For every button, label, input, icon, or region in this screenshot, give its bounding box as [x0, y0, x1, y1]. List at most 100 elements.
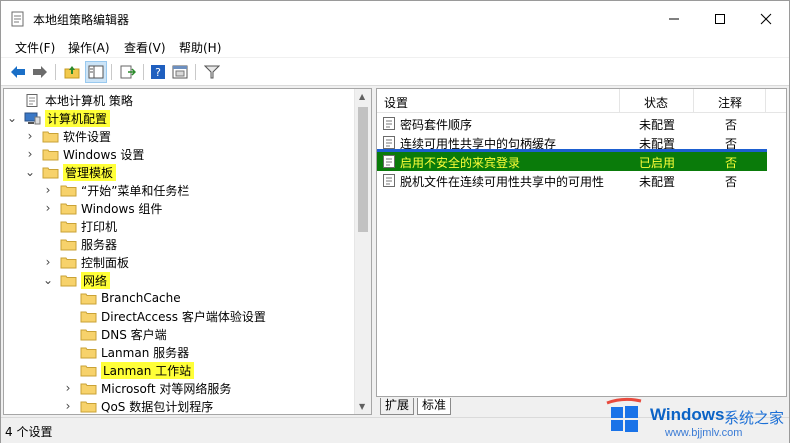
show-hide-tree-button[interactable] [85, 61, 107, 83]
tab-extended[interactable]: 扩展 [380, 398, 415, 415]
scroll-thumb[interactable] [358, 107, 368, 232]
minimize-button[interactable] [651, 1, 697, 37]
tree-item-label: 网络 [81, 271, 111, 289]
folder-icon [80, 347, 97, 358]
scroll-down-icon[interactable]: ▼ [359, 402, 365, 411]
menu-view[interactable]: 查看(V) [124, 39, 166, 56]
chevron-right-icon[interactable]: › [24, 129, 36, 143]
list-item[interactable]: 脱机文件在连续可用性共享中的可用性 未配置 否 [377, 171, 786, 190]
tree-pane[interactable]: 本地计算机 策略 ⌄ 计算机配置 › 软件设置 › Windows 设置 ⌄ 管理模板 › “开始”… [3, 88, 372, 415]
tree-item[interactable]: BranchCache [62, 289, 181, 307]
tree-item[interactable]: › 控制面板 [42, 253, 129, 271]
column-divider[interactable] [619, 89, 620, 113]
watermark-url: www.bjjmlv.com [665, 427, 743, 439]
scroll-up-icon[interactable]: ▲ [359, 92, 365, 101]
tree-item-label: Lanman 工作站 [101, 361, 195, 379]
column-state[interactable]: 状态 [644, 94, 668, 111]
folder-icon [80, 401, 97, 412]
tree-item[interactable]: 打印机 [42, 217, 117, 235]
settings-list[interactable]: 设置 状态 注释 密码套件顺序 未配置否连续可用性共享中的句柄缓存 未配置否启用不安… [376, 88, 787, 397]
list-item[interactable]: 启用不安全的来宾登录 已启用 否 [377, 152, 767, 171]
setting-icon [383, 136, 395, 149]
tree-item-label: “开始”菜单和任务栏 [81, 183, 190, 198]
tree-item[interactable]: › Microsoft 对等网络服务 [62, 379, 232, 397]
windows-logo-icon [606, 397, 642, 432]
folder-icon [80, 365, 97, 376]
tree-item-label: DNS 客户端 [101, 327, 167, 342]
tree-item[interactable]: › QoS 数据包计划程序 [62, 397, 214, 414]
tree-item-label: Windows 设置 [63, 147, 145, 162]
setting-icon [383, 117, 395, 130]
help-button[interactable]: ? [147, 61, 169, 83]
properties-button[interactable] [169, 61, 191, 83]
chevron-right-icon[interactable]: › [62, 381, 74, 395]
tree-item[interactable]: Lanman 工作站 [62, 361, 195, 379]
column-divider[interactable] [765, 89, 766, 113]
tree-item-label: 打印机 [81, 219, 118, 234]
tree-item-label: Microsoft 对等网络服务 [101, 381, 232, 396]
chevron-right-icon[interactable]: › [24, 147, 36, 161]
setting-icon [383, 155, 395, 168]
title-bar[interactable]: 本地组策略编辑器 [1, 1, 789, 37]
tree-item[interactable]: ⌄ 网络 [42, 271, 111, 289]
chevron-right-icon[interactable]: › [42, 183, 54, 197]
column-comment[interactable]: 注释 [718, 94, 742, 111]
toolbar: ? [1, 58, 789, 86]
chevron-down-icon[interactable]: ⌄ [42, 273, 54, 287]
tree-item[interactable]: › 软件设置 [24, 127, 111, 145]
tree-scrollbar[interactable]: ▲ ▼ [354, 89, 371, 414]
folder-icon [60, 239, 77, 250]
chevron-right-icon[interactable]: › [42, 255, 54, 269]
up-folder-icon [64, 66, 80, 79]
tree-item[interactable]: ⌄ 计算机配置 [6, 109, 111, 127]
chevron-right-icon[interactable]: › [42, 201, 54, 215]
column-divider[interactable] [693, 89, 694, 113]
tree-item[interactable]: ⌄ 管理模板 [24, 163, 117, 181]
folder-icon [80, 383, 97, 394]
chevron-right-icon[interactable]: › [62, 399, 74, 413]
tree-item[interactable]: DirectAccess 客户端体验设置 [62, 307, 266, 325]
column-setting[interactable]: 设置 [384, 94, 408, 111]
maximize-icon [715, 14, 725, 24]
tree-item-label: Windows 组件 [81, 201, 163, 216]
menu-bar: 文件(F) 操作(A) 查看(V) 帮助(H) [1, 37, 789, 57]
policy-doc-icon [26, 93, 38, 107]
setting-comment: 否 [725, 156, 738, 170]
show-hide-tree-icon [88, 65, 104, 79]
tree-item[interactable]: 服务器 [42, 235, 117, 253]
tree-item[interactable]: 本地计算机 策略 [6, 91, 133, 109]
menu-help[interactable]: 帮助(H) [179, 39, 221, 56]
chevron-down-icon[interactable]: ⌄ [24, 165, 36, 179]
back-button[interactable] [7, 61, 29, 83]
folder-icon [60, 185, 77, 196]
folder-icon [60, 221, 77, 232]
setting-name: 启用不安全的来宾登录 [400, 156, 521, 170]
up-folder-button[interactable] [61, 61, 83, 83]
maximize-button[interactable] [697, 1, 743, 37]
setting-state: 已启用 [639, 156, 676, 170]
folder-icon [80, 311, 97, 322]
tree-item-label: QoS 数据包计划程序 [101, 399, 214, 414]
setting-name: 脱机文件在连续可用性共享中的可用性 [400, 175, 605, 189]
close-button[interactable] [743, 1, 789, 37]
tree-item[interactable]: Lanman 服务器 [62, 343, 189, 361]
list-item[interactable]: 密码套件顺序 未配置 否 [377, 114, 786, 133]
folder-icon [60, 203, 77, 214]
setting-state: 未配置 [639, 175, 676, 189]
folder-icon [42, 131, 59, 142]
export-list-button[interactable] [117, 61, 139, 83]
tree-item[interactable]: › Windows 组件 [42, 199, 163, 217]
menu-action[interactable]: 操作(A) [68, 39, 110, 56]
toolbar-separator [195, 64, 196, 80]
tab-standard[interactable]: 标准 [417, 398, 452, 415]
tree-item[interactable]: › “开始”菜单和任务栏 [42, 181, 190, 199]
tree-item[interactable]: DNS 客户端 [62, 325, 167, 343]
tree-item-label: 控制面板 [81, 255, 130, 270]
chevron-down-icon[interactable]: ⌄ [6, 111, 18, 125]
tree-item-label: 计算机配置 [45, 109, 111, 127]
tree-item[interactable]: › Windows 设置 [24, 145, 145, 163]
filter-button[interactable] [201, 61, 223, 83]
filter-icon [204, 65, 220, 79]
menu-file[interactable]: 文件(F) [15, 39, 55, 56]
forward-button[interactable] [29, 61, 51, 83]
